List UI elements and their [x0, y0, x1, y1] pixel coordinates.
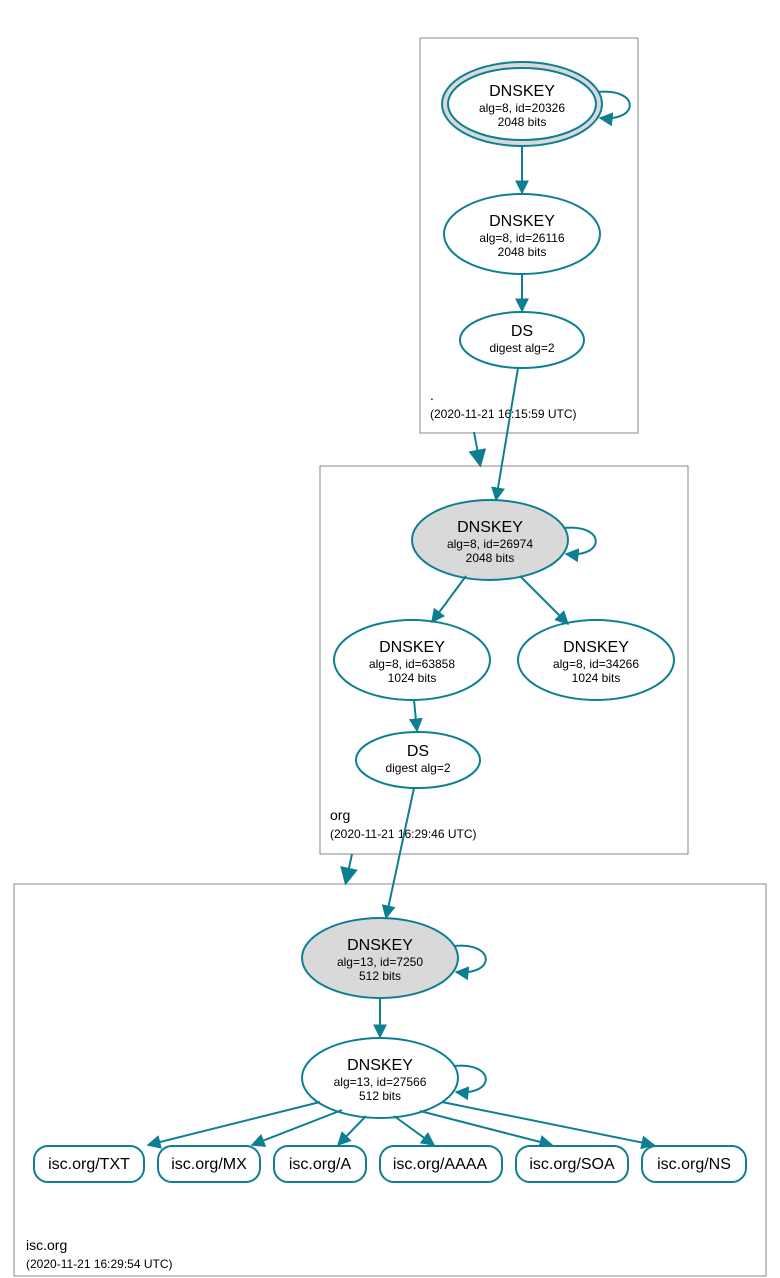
svg-text:digest alg=2: digest alg=2	[489, 341, 554, 355]
svg-text:alg=8, id=26974: alg=8, id=26974	[447, 537, 533, 551]
node-isc-zsk: DNSKEY alg=13, id=27566 512 bits	[302, 1038, 458, 1118]
svg-text:DNSKEY: DNSKEY	[379, 639, 445, 656]
svg-text:isc.org/AAAA: isc.org/AAAA	[393, 1156, 488, 1173]
svg-text:1024 bits: 1024 bits	[572, 671, 621, 685]
svg-text:isc.org/SOA: isc.org/SOA	[529, 1156, 615, 1173]
svg-text:isc.org/MX: isc.org/MX	[171, 1156, 247, 1173]
node-isc-ksk: DNSKEY alg=13, id=7250 512 bits	[302, 918, 458, 998]
rrset-txt: isc.org/TXT	[34, 1146, 144, 1182]
edge-isc-zsk-aaaa	[394, 1116, 434, 1145]
rrset-a: isc.org/A	[274, 1146, 366, 1182]
node-org-zsk2: DNSKEY alg=8, id=34266 1024 bits	[518, 620, 674, 700]
edge-isc-zsk-ns	[442, 1102, 654, 1145]
node-root-zsk: DNSKEY alg=8, id=26116 2048 bits	[444, 194, 600, 274]
edge-isc-zsk-a	[338, 1116, 366, 1145]
svg-text:alg=13, id=7250: alg=13, id=7250	[337, 955, 423, 969]
edge-org-ds-isc-ksk	[386, 788, 414, 918]
edge-isc-zsk-txt	[148, 1102, 320, 1145]
rrset-mx: isc.org/MX	[158, 1146, 260, 1182]
svg-text:2048 bits: 2048 bits	[466, 551, 515, 565]
zone-name-isc: isc.org	[26, 1237, 67, 1253]
edge-org-ksk-zsk1	[432, 576, 466, 622]
svg-text:DNSKEY: DNSKEY	[457, 519, 523, 536]
rrset-ns: isc.org/NS	[642, 1146, 746, 1182]
svg-text:DNSKEY: DNSKEY	[347, 1057, 413, 1074]
zone-time-root: (2020-11-21 16:15:59 UTC)	[430, 407, 577, 421]
edge-org-zsk1-ds	[414, 700, 417, 731]
zone-name-root: .	[430, 387, 434, 403]
node-org-zsk1: DNSKEY alg=8, id=63858 1024 bits	[334, 620, 490, 700]
svg-text:alg=8, id=34266: alg=8, id=34266	[553, 657, 639, 671]
edge-zone-org-isc	[346, 854, 352, 882]
svg-text:DNSKEY: DNSKEY	[347, 937, 413, 954]
svg-text:512 bits: 512 bits	[359, 1089, 401, 1103]
node-org-ksk: DNSKEY alg=8, id=26974 2048 bits	[412, 500, 568, 580]
svg-text:alg=13, id=27566: alg=13, id=27566	[334, 1075, 427, 1089]
svg-text:DNSKEY: DNSKEY	[489, 83, 555, 100]
dnssec-chain-diagram: . (2020-11-21 16:15:59 UTC) org (2020-11…	[0, 0, 780, 1278]
svg-text:alg=8, id=63858: alg=8, id=63858	[369, 657, 455, 671]
zone-time-isc: (2020-11-21 16:29:54 UTC)	[26, 1257, 173, 1271]
rrset-soa: isc.org/SOA	[516, 1146, 628, 1182]
svg-text:1024 bits: 1024 bits	[388, 671, 437, 685]
svg-text:DS: DS	[407, 743, 429, 760]
node-root-ksk: DNSKEY alg=8, id=20326 2048 bits	[442, 62, 602, 146]
edge-org-ksk-zsk2	[520, 576, 568, 624]
edge-zone-root-org	[474, 432, 480, 464]
svg-text:isc.org/TXT: isc.org/TXT	[48, 1156, 130, 1173]
edge-root-ds-org-ksk	[496, 368, 518, 500]
node-org-ds: DS digest alg=2	[356, 732, 480, 788]
edge-isc-zsk-soa	[420, 1111, 552, 1145]
svg-text:2048 bits: 2048 bits	[498, 245, 547, 259]
zone-name-org: org	[330, 807, 350, 823]
svg-text:2048 bits: 2048 bits	[498, 115, 547, 129]
svg-text:digest alg=2: digest alg=2	[385, 761, 450, 775]
rrset-aaaa: isc.org/AAAA	[380, 1146, 502, 1182]
svg-text:DNSKEY: DNSKEY	[563, 639, 629, 656]
svg-text:isc.org/A: isc.org/A	[289, 1156, 352, 1173]
svg-text:alg=8, id=26116: alg=8, id=26116	[479, 231, 565, 245]
svg-text:DNSKEY: DNSKEY	[489, 213, 555, 230]
svg-text:DS: DS	[511, 323, 533, 340]
node-root-ds: DS digest alg=2	[460, 312, 584, 368]
svg-text:alg=8, id=20326: alg=8, id=20326	[479, 101, 565, 115]
svg-text:isc.org/NS: isc.org/NS	[657, 1156, 731, 1173]
svg-text:512 bits: 512 bits	[359, 969, 401, 983]
